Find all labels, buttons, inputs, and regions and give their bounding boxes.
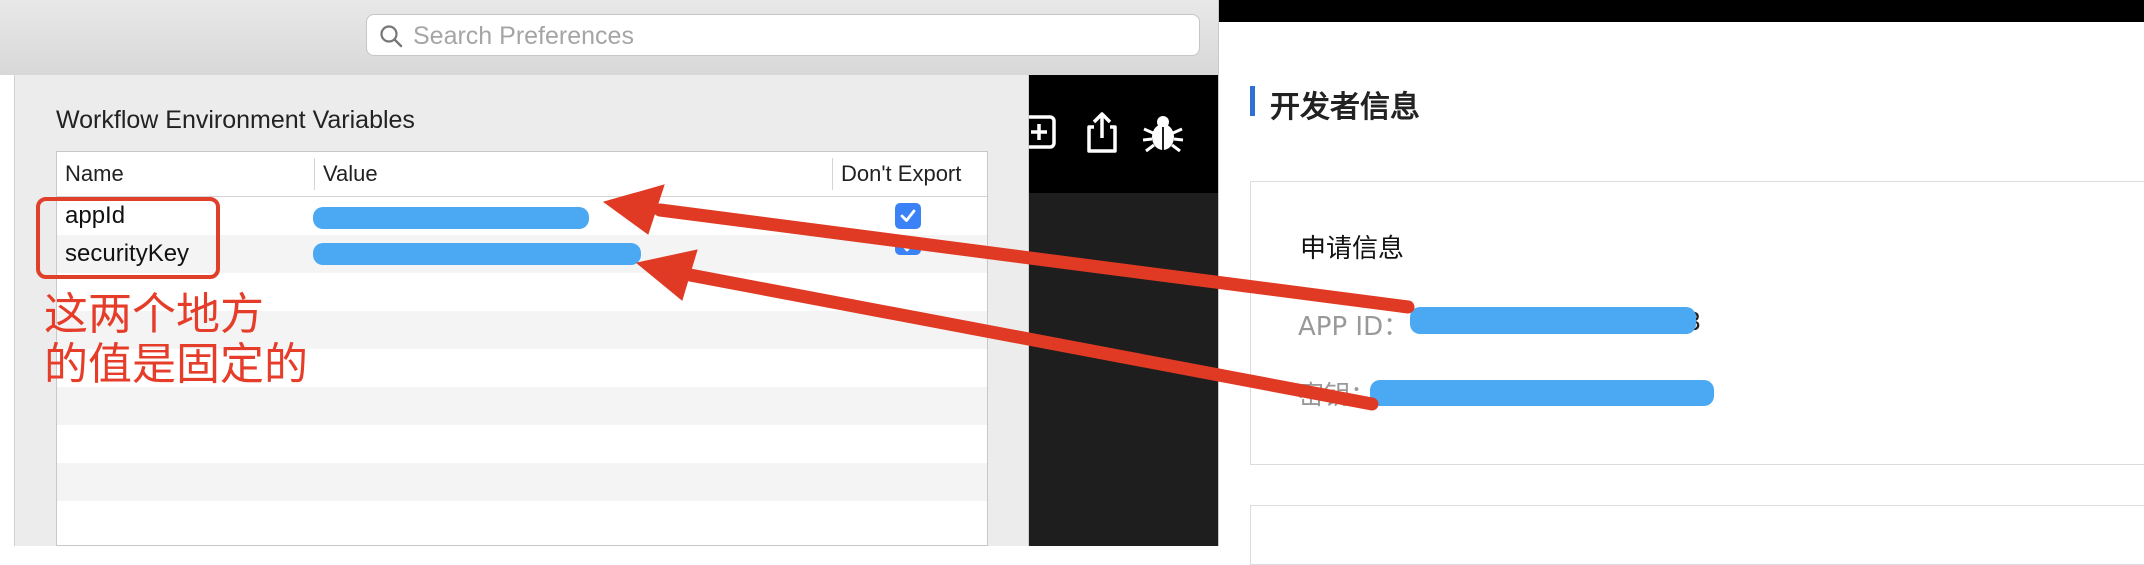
search-icon bbox=[380, 25, 403, 48]
share-icon[interactable] bbox=[1082, 111, 1122, 155]
column-header-value[interactable]: Value bbox=[323, 152, 378, 196]
annotation-note: 这两个地方 的值是固定的 bbox=[44, 290, 308, 390]
value-redaction bbox=[313, 243, 641, 265]
column-separator bbox=[832, 158, 833, 190]
heading-accent-bar bbox=[1250, 86, 1255, 116]
table-row bbox=[57, 425, 987, 463]
application-info-title: 申请信息 bbox=[1300, 234, 1405, 264]
highlight-box bbox=[36, 197, 220, 279]
dont-export-checkbox[interactable] bbox=[895, 203, 921, 229]
table-row bbox=[57, 463, 987, 501]
dont-export-checkbox[interactable] bbox=[895, 239, 921, 255]
checkmark-icon bbox=[900, 241, 916, 252]
sheet-title: Workflow Environment Variables bbox=[56, 106, 415, 134]
annotation-line-1: 这两个地方 bbox=[44, 289, 264, 340]
bug-icon[interactable] bbox=[1140, 111, 1186, 155]
annotation-line-2: 的值是固定的 bbox=[44, 339, 308, 390]
developer-info-heading: 开发者信息 bbox=[1270, 90, 1420, 125]
preferences-toolbar bbox=[0, 0, 1218, 76]
table-row bbox=[57, 501, 987, 539]
search-input[interactable] bbox=[411, 20, 1175, 52]
sheet-left-edge bbox=[0, 75, 15, 546]
workflow-editor-panel bbox=[1022, 75, 1218, 546]
secret-label: 密钥： bbox=[1298, 381, 1377, 411]
app-id-label: APP ID： bbox=[1298, 312, 1410, 342]
column-header-name[interactable]: Name bbox=[65, 152, 124, 196]
value-redaction bbox=[313, 207, 589, 229]
top-black-strip bbox=[1218, 0, 2144, 22]
column-header-dont-export[interactable]: Don't Export bbox=[841, 152, 961, 196]
app-id-redaction bbox=[1410, 307, 1696, 334]
column-separator bbox=[314, 158, 315, 190]
secondary-card bbox=[1250, 505, 2144, 565]
checkmark-icon bbox=[900, 209, 916, 222]
secret-redaction bbox=[1370, 380, 1714, 406]
workflow-editor-toolbar bbox=[1022, 75, 1218, 193]
table-row bbox=[57, 387, 987, 425]
search-field[interactable] bbox=[366, 14, 1200, 56]
